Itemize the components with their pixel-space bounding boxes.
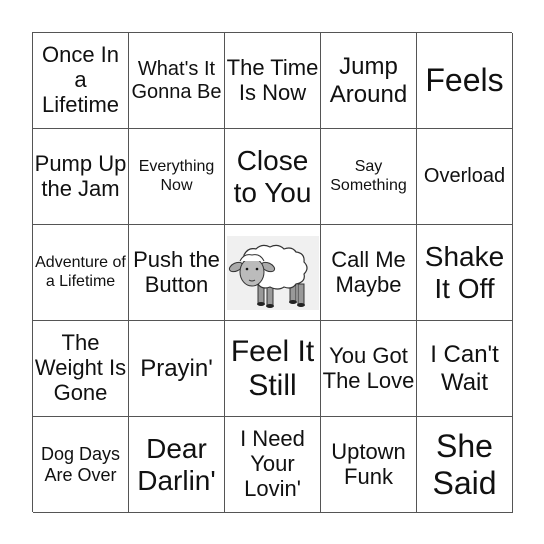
bingo-cell[interactable]: What's It Gonna Be: [129, 33, 225, 129]
bingo-cell[interactable]: You Got The Love: [321, 321, 417, 417]
bingo-cell[interactable]: Adventure of a Lifetime: [33, 225, 129, 321]
bingo-cell[interactable]: Close to You: [225, 129, 321, 225]
sheep-icon: [226, 235, 319, 310]
bingo-cell[interactable]: Call Me Maybe: [321, 225, 417, 321]
bingo-cell[interactable]: Dog Days Are Over: [33, 417, 129, 513]
bingo-card: Once In a Lifetime What's It Gonna Be Th…: [32, 32, 513, 513]
bingo-cell[interactable]: She Said: [417, 417, 513, 513]
bingo-cell[interactable]: Overload: [417, 129, 513, 225]
bingo-cell[interactable]: Push the Button: [129, 225, 225, 321]
bingo-cell[interactable]: Prayin': [129, 321, 225, 417]
bingo-cell[interactable]: Say Something: [321, 129, 417, 225]
bingo-cell[interactable]: Once In a Lifetime: [33, 33, 129, 129]
free-space[interactable]: [225, 225, 321, 321]
bingo-cell[interactable]: The Weight Is Gone: [33, 321, 129, 417]
bingo-cell[interactable]: Uptown Funk: [321, 417, 417, 513]
bingo-cell[interactable]: Pump Up the Jam: [33, 129, 129, 225]
bingo-cell[interactable]: Feels: [417, 33, 513, 129]
bingo-cell[interactable]: I Need Your Lovin': [225, 417, 321, 513]
bingo-cell[interactable]: Feel It Still: [225, 321, 321, 417]
bingo-cell[interactable]: Everything Now: [129, 129, 225, 225]
bingo-cell[interactable]: Dear Darlin': [129, 417, 225, 513]
bingo-cell[interactable]: Jump Around: [321, 33, 417, 129]
bingo-cell[interactable]: The Time Is Now: [225, 33, 321, 129]
bingo-cell[interactable]: Shake It Off: [417, 225, 513, 321]
bingo-cell[interactable]: I Can't Wait: [417, 321, 513, 417]
